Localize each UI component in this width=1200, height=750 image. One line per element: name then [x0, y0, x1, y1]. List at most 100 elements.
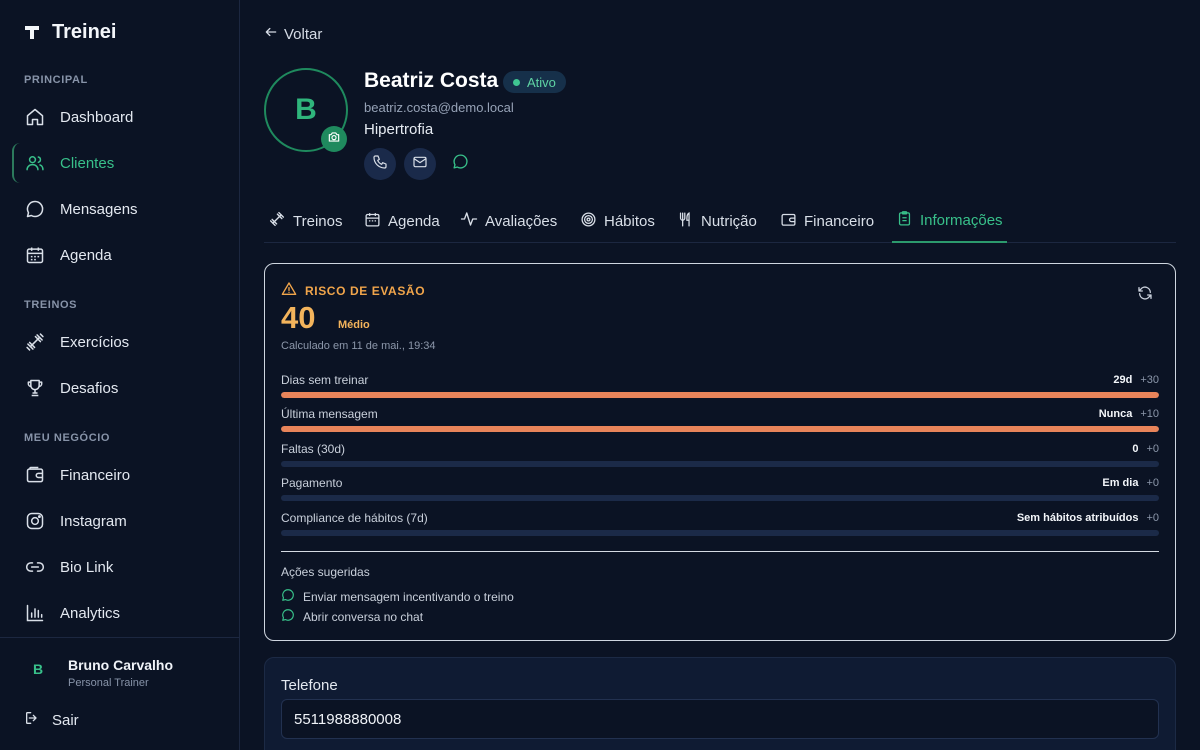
users-icon	[24, 152, 46, 174]
user-avatar[interactable]: B	[24, 655, 52, 683]
phone-icon	[372, 154, 388, 175]
sidebar-item-agenda[interactable]: Agenda	[12, 235, 228, 275]
sidebar-item-label: Agenda	[60, 246, 112, 264]
clipboard-icon	[896, 210, 913, 231]
factor-points: +0	[1146, 443, 1159, 455]
risk-factor-compliance-habitos: Compliance de hábitos (7d) Sem hábitos a…	[281, 510, 1159, 536]
sidebar-item-label: Bio Link	[60, 558, 114, 576]
factor-label: Pagamento	[281, 476, 343, 490]
utensils-icon	[677, 211, 694, 232]
bar-chart-icon	[24, 602, 46, 624]
section-label-meu-negocio: MEU NEGÓCIO	[24, 432, 111, 444]
change-photo-button[interactable]	[321, 126, 347, 152]
logout-label: Sair	[52, 711, 79, 729]
whatsapp-button[interactable]	[444, 148, 476, 180]
factor-label: Compliance de hábitos (7d)	[281, 511, 428, 525]
activity-icon	[460, 210, 478, 232]
message-icon	[24, 198, 46, 220]
app-name: Treinei	[52, 20, 117, 43]
status-dot	[513, 78, 520, 86]
factor-bar-fill	[281, 392, 1159, 398]
risk-title: RISCO DE EVASÃO	[281, 281, 425, 300]
client-goal: Hipertrofia	[364, 121, 434, 138]
risk-factor-ultima-mensagem: Última mensagem Nunca +10	[281, 406, 1159, 432]
factor-bar	[281, 392, 1159, 398]
dumbbell-icon	[24, 331, 46, 353]
tab-label: Financeiro	[804, 212, 875, 230]
refresh-button[interactable]	[1137, 285, 1153, 306]
tab-avaliacoes[interactable]: Avaliações	[456, 200, 561, 242]
logout-button[interactable]: Sair	[24, 710, 79, 730]
suggested-actions-title: Ações sugeridas	[281, 565, 370, 579]
risk-title-text: RISCO DE EVASÃO	[305, 283, 426, 298]
factor-value: Sem hábitos atribuídos	[1016, 512, 1139, 524]
sidebar-item-label: Desafios	[60, 379, 119, 397]
sidebar-item-exercicios[interactable]: Exercícios	[12, 322, 228, 362]
sidebar-item-instagram[interactable]: Instagram	[12, 501, 228, 541]
sidebar-item-bio-link[interactable]: Bio Link	[12, 547, 228, 587]
sidebar-item-mensagens[interactable]: Mensagens	[12, 189, 228, 229]
user-role: Personal Trainer	[68, 677, 149, 689]
wallet-icon	[780, 211, 797, 232]
sidebar-footer-divider	[0, 637, 239, 638]
tab-informacoes[interactable]: Informações	[892, 200, 1007, 243]
email-button[interactable]	[404, 148, 436, 180]
tab-habitos[interactable]: Hábitos	[576, 200, 659, 242]
factor-value: Em dia	[1102, 477, 1139, 489]
phone-card: Telefone	[264, 657, 1176, 750]
tab-label: Nutrição	[701, 212, 757, 230]
home-icon	[24, 106, 46, 128]
tab-nutricao[interactable]: Nutrição	[673, 200, 761, 242]
sidebar-item-label: Dashboard	[60, 108, 134, 126]
sidebar-item-label: Clientes	[60, 154, 115, 172]
phone-field[interactable]	[281, 699, 1159, 739]
action-label: Enviar mensagem incentivando o treino	[303, 589, 514, 604]
treinei-logo-icon	[24, 20, 40, 44]
action-label: Abrir conversa no chat	[303, 609, 424, 624]
call-button[interactable]	[364, 148, 396, 180]
sidebar-item-desafios[interactable]: Desafios	[12, 368, 228, 408]
back-link[interactable]: Voltar	[264, 25, 322, 43]
logout-icon	[24, 710, 40, 730]
sidebar-item-clientes[interactable]: Clientes	[12, 143, 228, 183]
brand[interactable]: Treinei	[24, 20, 116, 44]
suggested-action-send-message[interactable]: Enviar mensagem incentivando o treino	[281, 588, 514, 605]
sidebar-item-label: Financeiro	[60, 466, 131, 484]
sidebar-item-label: Mensagens	[60, 200, 138, 218]
mail-icon	[412, 154, 428, 175]
sidebar-item-dashboard[interactable]: Dashboard	[12, 97, 228, 137]
tab-label: Avaliações	[485, 212, 558, 230]
factor-value: 0	[1132, 443, 1139, 455]
client-name: Beatriz Costa	[364, 69, 499, 92]
sidebar-item-label: Instagram	[60, 512, 127, 530]
client-tabs: Treinos Agenda Avaliações Hábitos Nutriç…	[264, 200, 1176, 243]
factor-bar	[281, 461, 1159, 467]
suggested-action-open-chat[interactable]: Abrir conversa no chat	[281, 608, 423, 625]
factor-label: Última mensagem	[281, 407, 378, 421]
sidebar: Treinei PRINCIPAL Dashboard Clientes Men…	[0, 0, 240, 750]
sidebar-item-label: Analytics	[60, 604, 121, 622]
sidebar-item-financeiro[interactable]: Financeiro	[12, 455, 228, 495]
tab-agenda[interactable]: Agenda	[360, 200, 444, 242]
tab-treinos[interactable]: Treinos	[264, 200, 346, 242]
factor-bar	[281, 426, 1159, 432]
factor-bar-fill	[281, 426, 1159, 432]
tab-financeiro[interactable]: Financeiro	[776, 200, 878, 242]
tab-label: Treinos	[293, 212, 343, 230]
factor-points: +10	[1140, 408, 1159, 420]
back-label: Voltar	[284, 25, 323, 43]
factor-value: Nunca	[1098, 408, 1133, 420]
tab-label: Agenda	[388, 212, 440, 230]
factor-bar	[281, 530, 1159, 536]
message-icon	[281, 608, 295, 625]
section-label-treinos: TREINOS	[24, 299, 78, 311]
factor-points: +30	[1140, 374, 1159, 386]
sidebar-item-analytics[interactable]: Analytics	[12, 593, 228, 633]
camera-icon	[327, 130, 341, 149]
arrow-left-icon	[264, 25, 278, 43]
factor-label: Faltas (30d)	[281, 442, 346, 456]
tab-label: Informações	[920, 212, 1003, 229]
calendar-icon	[24, 244, 46, 266]
trophy-icon	[24, 377, 46, 399]
risk-divider	[281, 551, 1159, 552]
